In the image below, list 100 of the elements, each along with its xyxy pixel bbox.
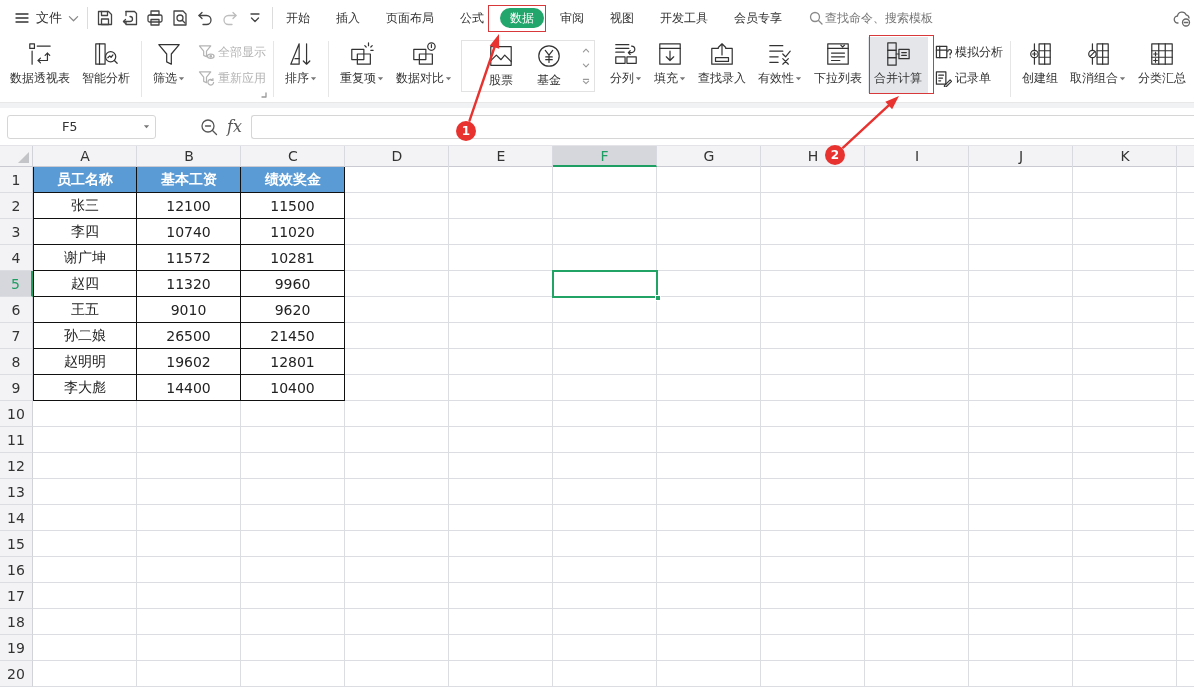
- column-header[interactable]: G: [703, 148, 715, 164]
- document-arrow-icon[interactable]: [121, 9, 139, 27]
- table-cell: 21450: [241, 323, 345, 349]
- column-header[interactable]: E: [496, 148, 506, 164]
- row-header[interactable]: 1: [0, 167, 33, 193]
- table-cell: 14400: [137, 375, 241, 401]
- row-header[interactable]: 20: [0, 661, 33, 687]
- form-pen-icon: [935, 69, 952, 87]
- row-header[interactable]: 11: [0, 427, 33, 453]
- ribbon-button[interactable]: 分类汇总: [1132, 37, 1192, 93]
- menu-tab[interactable]: 视图: [600, 8, 644, 28]
- menu-tab[interactable]: 公式: [450, 8, 494, 28]
- ribbon-button[interactable]: 填充: [648, 37, 692, 93]
- menu-tab[interactable]: 审阅: [550, 8, 594, 28]
- table-cell: 9010: [137, 297, 241, 323]
- ribbon-button[interactable]: 基金: [525, 41, 573, 91]
- ribbon-button[interactable]: 重复项: [334, 37, 390, 93]
- row-header[interactable]: 4: [0, 245, 33, 271]
- table-cell: 10400: [241, 375, 345, 401]
- duplicate-icon: [349, 41, 375, 67]
- column-header[interactable]: H: [807, 148, 819, 164]
- ribbon-button[interactable]: 股票: [477, 41, 525, 91]
- chart-image-icon: [488, 43, 514, 69]
- file-menu-button[interactable]: 文件: [10, 5, 83, 31]
- scroll-down-icon[interactable]: [582, 62, 590, 70]
- undo-icon[interactable]: [196, 9, 214, 27]
- row-header[interactable]: 18: [0, 609, 33, 635]
- print-preview-icon[interactable]: [171, 9, 189, 27]
- ribbon-button[interactable]: 记录单: [933, 65, 1005, 91]
- ribbon-button[interactable]: 有效性: [752, 37, 808, 93]
- ribbon-button[interactable]: 合并计算: [868, 37, 928, 93]
- row-header[interactable]: 13: [0, 479, 33, 505]
- ribbon-button[interactable]: 模拟分析: [933, 39, 1005, 65]
- table-cell: 赵明明: [33, 349, 137, 375]
- ribbon-button[interactable]: 智能分析: [76, 37, 136, 93]
- row-header[interactable]: 9: [0, 375, 33, 401]
- print-icon[interactable]: [146, 9, 164, 27]
- row-header[interactable]: 6: [0, 297, 33, 323]
- highlight-frame: [488, 5, 546, 32]
- menu-icon: [14, 10, 30, 26]
- ribbon-button[interactable]: 分列: [604, 37, 648, 93]
- table-cell: 9620: [241, 297, 345, 323]
- column-header[interactable]: D: [391, 148, 403, 164]
- row-header[interactable]: 2: [0, 193, 33, 219]
- menu-tab[interactable]: 开发工具: [650, 8, 718, 28]
- fill-handle[interactable]: [655, 295, 661, 301]
- ribbon-button[interactable]: 查找录入: [692, 37, 752, 93]
- save-icon[interactable]: [96, 9, 114, 27]
- ribbon-button[interactable]: 数据透视表: [4, 37, 76, 93]
- row-header[interactable]: 17: [0, 583, 33, 609]
- filter-refresh-icon: [198, 69, 215, 87]
- menu-tab[interactable]: 页面布局: [376, 8, 444, 28]
- row-header[interactable]: 7: [0, 323, 33, 349]
- table-cell: 孙二娘: [33, 323, 137, 349]
- menu-tab[interactable]: 会员专享: [724, 8, 792, 28]
- fill-down-icon: [657, 41, 683, 67]
- triangle-icon: [18, 152, 29, 163]
- search-field[interactable]: 查找命令、搜索模板: [825, 11, 941, 25]
- highlight-frame: [869, 35, 934, 94]
- pivot-table-icon: [27, 41, 53, 67]
- table-cell: 10281: [241, 245, 345, 271]
- table-cell: 王五: [33, 297, 137, 323]
- ribbon-button[interactable]: 下拉列表: [808, 37, 868, 93]
- table-cell: 11500: [241, 193, 345, 219]
- row-header[interactable]: 19: [0, 635, 33, 661]
- caret-icon: [377, 74, 384, 82]
- column-header[interactable]: K: [1120, 148, 1130, 164]
- column-header[interactable]: C: [288, 148, 298, 164]
- ribbon-button[interactable]: 数据对比: [390, 37, 458, 93]
- column-header[interactable]: I: [914, 148, 920, 164]
- scroll-up-icon[interactable]: [582, 47, 590, 55]
- formula-input[interactable]: [250, 114, 1194, 139]
- menu-tab[interactable]: 开始: [276, 8, 320, 28]
- column-header[interactable]: J: [1018, 148, 1024, 164]
- caret-icon: [679, 74, 686, 82]
- menu-tab[interactable]: 插入: [326, 8, 370, 28]
- table-cell: 张三: [33, 193, 137, 219]
- column-header[interactable]: B: [184, 148, 194, 164]
- ribbon-button[interactable]: 排序: [279, 37, 323, 93]
- row-header[interactable]: 10: [0, 401, 33, 427]
- table-header-cell: 基本工资: [137, 167, 241, 193]
- ribbon-button[interactable]: 取消组合: [1064, 37, 1132, 93]
- launcher-icon[interactable]: [261, 92, 267, 98]
- row-header[interactable]: 14: [0, 505, 33, 531]
- name-box[interactable]: F5: [7, 114, 156, 139]
- column-header[interactable]: A: [80, 148, 90, 164]
- row-header[interactable]: 15: [0, 531, 33, 557]
- cloud-icon[interactable]: [1173, 9, 1191, 27]
- table-cell: 11020: [241, 219, 345, 245]
- ribbon-button[interactable]: 筛选: [147, 37, 191, 93]
- row-header[interactable]: 12: [0, 453, 33, 479]
- row-header[interactable]: 8: [0, 349, 33, 375]
- expand-icon[interactable]: [582, 77, 590, 85]
- ribbon-button[interactable]: 创建组: [1016, 37, 1064, 93]
- row-header[interactable]: 3: [0, 219, 33, 245]
- grid-plus-icon: [1149, 41, 1175, 67]
- row-header[interactable]: 16: [0, 557, 33, 583]
- function-button[interactable]: fx: [227, 117, 242, 136]
- zoom-icon[interactable]: [200, 117, 218, 136]
- caret-icon: [635, 74, 642, 82]
